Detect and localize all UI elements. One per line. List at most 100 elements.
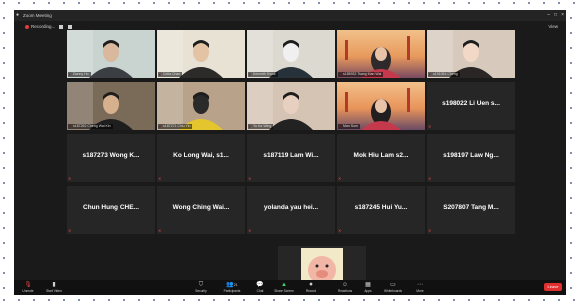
participant-nameplate: s187252 Cheng Wai Kin bbox=[68, 124, 113, 129]
mic-muted-icon: ✕ bbox=[158, 175, 162, 181]
video-off-icon: ▮ bbox=[52, 282, 56, 288]
participant-nameplate: s185932 Tsang Man Wai bbox=[338, 72, 384, 77]
security-button[interactable]: ⛉ Security bbox=[190, 282, 212, 293]
participant-name-large: s187245 Hui Yu... bbox=[354, 204, 408, 211]
record-label: Record bbox=[305, 289, 317, 293]
participant-name-large: Wong Ching Wai... bbox=[172, 204, 230, 211]
participant-name-large: Ko Long Wai, s1... bbox=[173, 152, 229, 159]
participant-tile[interactable]: s187119 Lam Wi... ✕ bbox=[247, 134, 335, 182]
participant-video bbox=[247, 30, 335, 78]
apps-button[interactable]: ▦ Apps bbox=[360, 282, 376, 293]
participant-tile[interactable]: Ko Long Wai, s1... ✕ bbox=[157, 134, 245, 182]
participant-video bbox=[67, 30, 155, 78]
participant-nameplate: s191051 Cheng bbox=[428, 72, 460, 77]
participant-tile[interactable]: ✕Yu Ka Wing bbox=[247, 82, 335, 130]
participants-label: Participants bbox=[223, 289, 241, 293]
whiteboards-button[interactable]: ▭ Whiteboards bbox=[380, 282, 406, 293]
mic-muted-icon: ✕ bbox=[428, 227, 432, 233]
unmute-button[interactable]: 🎙 Unmute bbox=[18, 282, 38, 293]
participant-name-large: S207807 Tang M... bbox=[443, 204, 499, 211]
mic-muted-icon: ✕ bbox=[248, 227, 252, 233]
participants-button[interactable]: 👥21 Participants bbox=[218, 282, 246, 293]
pause-recording-icon[interactable] bbox=[59, 25, 63, 29]
participant-name-large: s198022 Li Uen s... bbox=[442, 100, 500, 107]
more-button[interactable]: ⋯ More bbox=[412, 282, 428, 293]
participant-tile[interactable]: S207807 Tang M... ✕ bbox=[427, 186, 515, 234]
apps-icon: ▦ bbox=[365, 282, 371, 288]
whiteboards-label: Whiteboards bbox=[384, 289, 402, 293]
participant-video bbox=[157, 82, 245, 130]
recording-icon bbox=[25, 25, 29, 29]
mic-muted-icon: ✕ bbox=[428, 175, 432, 181]
title-bar: Zoom Meeting ● – □ × bbox=[14, 10, 566, 21]
participant-tile[interactable]: ✕Celia Chan bbox=[157, 30, 245, 78]
participant-tile[interactable]: s187245 Hui Yu... ✕ bbox=[337, 186, 425, 234]
chat-icon: 💬 bbox=[256, 282, 264, 288]
mic-muted-icon: ✕ bbox=[338, 227, 342, 233]
chat-label: Chat bbox=[256, 289, 264, 293]
reactions-label: Reactions bbox=[337, 289, 353, 293]
participant-tile[interactable]: ✕Danny Ho bbox=[67, 30, 155, 78]
participant-tile[interactable]: yolanda yau hei... ✕ bbox=[247, 186, 335, 234]
participant-nameplate: Yu Ka Wing bbox=[248, 124, 274, 129]
share-screen-button[interactable]: ▲ Share Screen bbox=[272, 282, 296, 293]
share-screen-icon: ▲ bbox=[281, 282, 287, 288]
mic-muted-icon: ✕ bbox=[248, 175, 252, 181]
participants-icon: 👥21 bbox=[226, 282, 238, 288]
participant-name-large: s187273 Wong K... bbox=[82, 152, 140, 159]
participant-tile[interactable]: ✕s185932 Tsang Man Wai bbox=[337, 30, 425, 78]
participant-video bbox=[337, 82, 425, 130]
mic-muted-icon: ✕ bbox=[158, 227, 162, 233]
participant-tile[interactable]: s187273 Wong K... ✕ bbox=[67, 134, 155, 182]
participant-name-large: s187119 Lam Wi... bbox=[263, 152, 319, 159]
participant-tile[interactable]: s198197 Law Ng... ✕ bbox=[427, 134, 515, 182]
mic-muted-icon: 🎙 bbox=[24, 282, 32, 288]
meeting-toolbar: 🎙 Unmute ▮ Start Video ⛉ Security 👥21 Pa… bbox=[14, 280, 566, 295]
participant-tile[interactable]: ✕s191051 Cheng bbox=[427, 30, 515, 78]
reactions-icon: ☺ bbox=[341, 282, 349, 288]
more-label: More bbox=[416, 289, 424, 293]
mic-muted-icon: ✕ bbox=[428, 123, 432, 129]
zoom-meeting-window: Zoom Meeting ● – □ × Recording... View ✕… bbox=[14, 10, 566, 295]
mic-muted-icon: ✕ bbox=[68, 227, 72, 233]
participant-name-large: Chun Hung CHE... bbox=[83, 204, 139, 211]
chat-button[interactable]: 💬 Chat bbox=[252, 282, 268, 293]
mic-muted-icon: ✕ bbox=[338, 175, 342, 181]
minimize-icon[interactable]: – bbox=[547, 10, 550, 21]
participant-video bbox=[247, 82, 335, 130]
record-icon: ⏺ bbox=[309, 282, 313, 288]
participant-video bbox=[427, 30, 515, 78]
maximize-icon[interactable]: □ bbox=[554, 10, 557, 21]
leave-button[interactable]: Leave bbox=[544, 283, 562, 291]
participant-name-large: yolanda yau hei... bbox=[263, 204, 319, 211]
participant-nameplate: s187271 Chiu Yiu bbox=[158, 124, 193, 129]
start-video-button[interactable]: ▮ Start Video bbox=[42, 282, 66, 293]
participant-video bbox=[157, 30, 245, 78]
participant-tile[interactable]: ✕s187252 Cheng Wai Kin bbox=[67, 82, 155, 130]
participant-nameplate: Kenneth Kwok bbox=[248, 72, 278, 77]
whiteboard-icon: ▭ bbox=[390, 282, 396, 288]
participant-tile[interactable]: s198022 Li Uen s... ✕ bbox=[427, 82, 515, 130]
participant-tile[interactable]: ✕s187271 Chiu Yiu bbox=[157, 82, 245, 130]
unmute-label: Unmute bbox=[22, 289, 34, 293]
record-button[interactable]: ⏺ Record bbox=[302, 282, 320, 293]
zoom-logo-icon: ● bbox=[16, 12, 20, 18]
participant-tile[interactable]: ✕Man Sum bbox=[337, 82, 425, 130]
stop-recording-icon[interactable] bbox=[68, 25, 72, 29]
participant-nameplate: Man Sum bbox=[338, 124, 360, 129]
close-icon[interactable]: × bbox=[561, 10, 564, 21]
start-video-label: Start Video bbox=[46, 289, 62, 293]
apps-label: Apps bbox=[364, 289, 372, 293]
participant-video bbox=[337, 30, 425, 78]
view-button[interactable]: View bbox=[548, 21, 558, 33]
participant-tile[interactable]: Chun Hung CHE... ✕ bbox=[67, 186, 155, 234]
participant-tile[interactable]: ✕Kenneth Kwok bbox=[247, 30, 335, 78]
participant-video bbox=[67, 82, 155, 130]
shield-icon: ⛉ bbox=[198, 282, 204, 288]
participant-tile[interactable]: Wong Ching Wai... ✕ bbox=[157, 186, 245, 234]
participant-name-large: s198197 Law Ng... bbox=[443, 152, 499, 159]
window-title: Zoom Meeting bbox=[23, 13, 52, 18]
mic-muted-icon: ✕ bbox=[68, 175, 72, 181]
participant-tile[interactable]: Mok Hiu Lam s2... ✕ bbox=[337, 134, 425, 182]
reactions-button[interactable]: ☺ Reactions bbox=[334, 282, 356, 293]
